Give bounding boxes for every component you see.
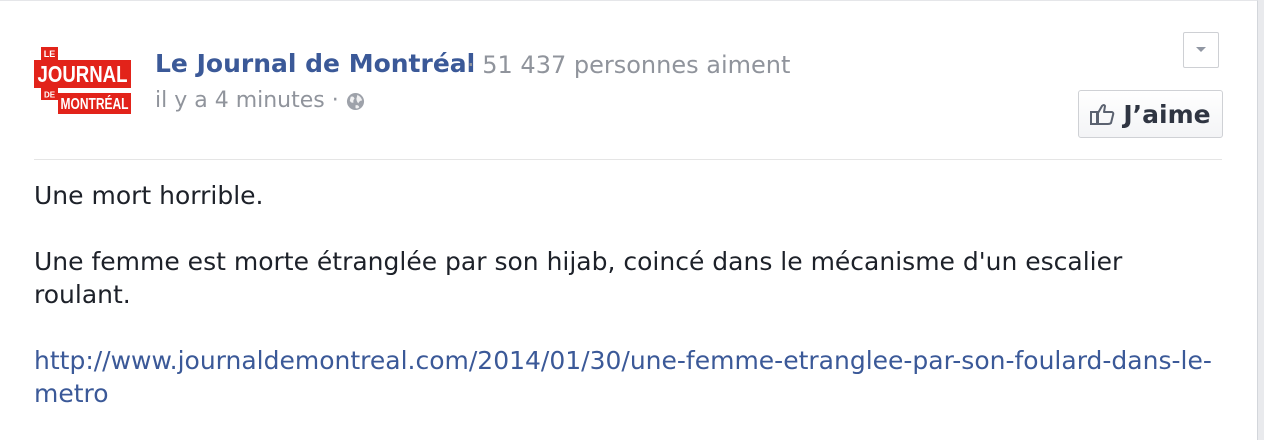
meta-separator: ·: [331, 88, 339, 113]
page-likes-count: · 51 437 personnes aiment: [467, 51, 791, 79]
svg-text:JOURNAL: JOURNAL: [38, 61, 128, 87]
like-button-label: J’aime: [1123, 99, 1211, 129]
post-meta: il y a 4 minutes ·: [155, 88, 365, 113]
page-name-link[interactable]: Le Journal de Montréal: [155, 49, 475, 78]
post-options-button[interactable]: [1183, 32, 1219, 68]
header-divider: [34, 159, 1222, 160]
thumbs-up-icon: [1090, 103, 1115, 125]
like-page-button[interactable]: J’aime: [1078, 90, 1223, 138]
globe-icon[interactable]: [346, 92, 365, 111]
post-message: Une mort horrible. Une femme est morte é…: [34, 179, 1224, 410]
journal-de-montreal-logo[interactable]: LE JOURNAL DE MONTRÉAL: [34, 47, 131, 114]
message-line-1: Une mort horrible.: [34, 181, 264, 210]
message-line-2: Une femme est morte étranglée par son hi…: [34, 247, 1123, 309]
svg-text:DE: DE: [44, 91, 56, 100]
chevron-down-icon: [1196, 47, 1206, 52]
svg-text:MONTRÉAL: MONTRÉAL: [61, 94, 129, 113]
article-link[interactable]: http://www.journaldemontreal.com/2014/01…: [34, 346, 1212, 408]
post-timestamp[interactable]: il y a 4 minutes: [155, 88, 325, 113]
svg-text:LE: LE: [44, 49, 56, 59]
facebook-post-card: LE JOURNAL DE MONTRÉAL Le Journal de Mon…: [0, 0, 1258, 440]
